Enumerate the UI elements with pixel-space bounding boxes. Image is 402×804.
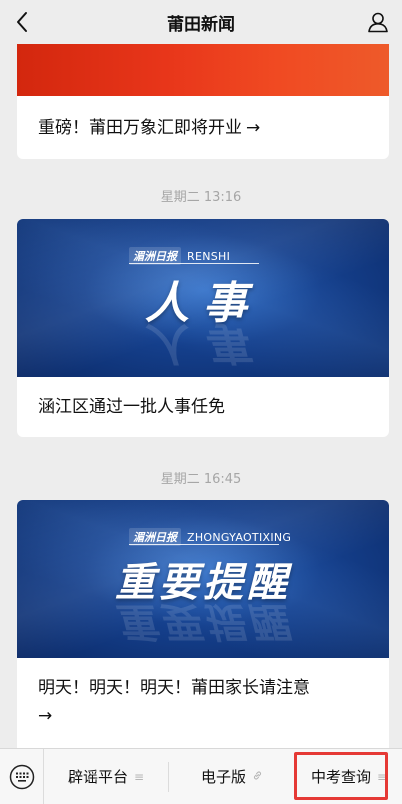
menu-exam-results[interactable]: 中考查询 ≡	[296, 749, 402, 804]
article-card[interactable]: 重磅！莆田万象汇即将开业 →	[17, 44, 389, 159]
article-headline: 明天！明天！明天！莆田家长请注意 →	[17, 658, 389, 748]
message-timestamp: 星期二 16:45	[160, 472, 242, 487]
article-cover-image: 湄洲日报 RENSHI 人事 人事	[17, 219, 389, 377]
profile-button[interactable]	[362, 6, 394, 38]
article-cover-image	[17, 44, 389, 96]
page-title: 莆田新闻	[167, 14, 235, 35]
menu-lines-icon: ≡	[376, 769, 388, 784]
arrow-right-icon: →	[246, 117, 261, 138]
person-icon	[368, 12, 388, 33]
article-feed[interactable]: 重磅！莆田万象汇即将开业 → 星期二 13:16 湄洲日报 RENSHI 人事 人…	[0, 44, 402, 748]
bottom-menu-bar: 辟谣平台 ≡ 电子版 中考查询 ≡	[0, 748, 402, 804]
keyboard-icon	[9, 764, 34, 789]
chevron-left-icon	[17, 12, 27, 32]
keyboard-toggle-button[interactable]	[0, 748, 44, 804]
back-button[interactable]	[6, 6, 38, 38]
article-card[interactable]: 湄洲日报 ZHONGYAOTIXING 重要提醒 重要提醒 明天！明天！明天！莆…	[17, 500, 389, 748]
article-card[interactable]: 湄洲日报 RENSHI 人事 人事 涵江区通过一批人事任免	[17, 219, 389, 437]
article-headline: 重磅！莆田万象汇即将开业 →	[17, 96, 389, 159]
link-icon	[252, 770, 263, 784]
menu-e-edition[interactable]: 电子版	[169, 749, 295, 804]
menu-lines-icon: ≡	[133, 769, 145, 784]
arrow-right-icon: →	[38, 706, 53, 726]
article-headline: 涵江区通过一批人事任免	[38, 397, 225, 417]
menu-rumor-platform[interactable]: 辟谣平台 ≡	[44, 749, 168, 804]
article-cover-image: 湄洲日报 ZHONGYAOTIXING 重要提醒 重要提醒	[17, 500, 389, 658]
message-timestamp: 星期二 13:16	[160, 190, 242, 205]
top-nav-bar: 莆田新闻	[0, 0, 402, 44]
